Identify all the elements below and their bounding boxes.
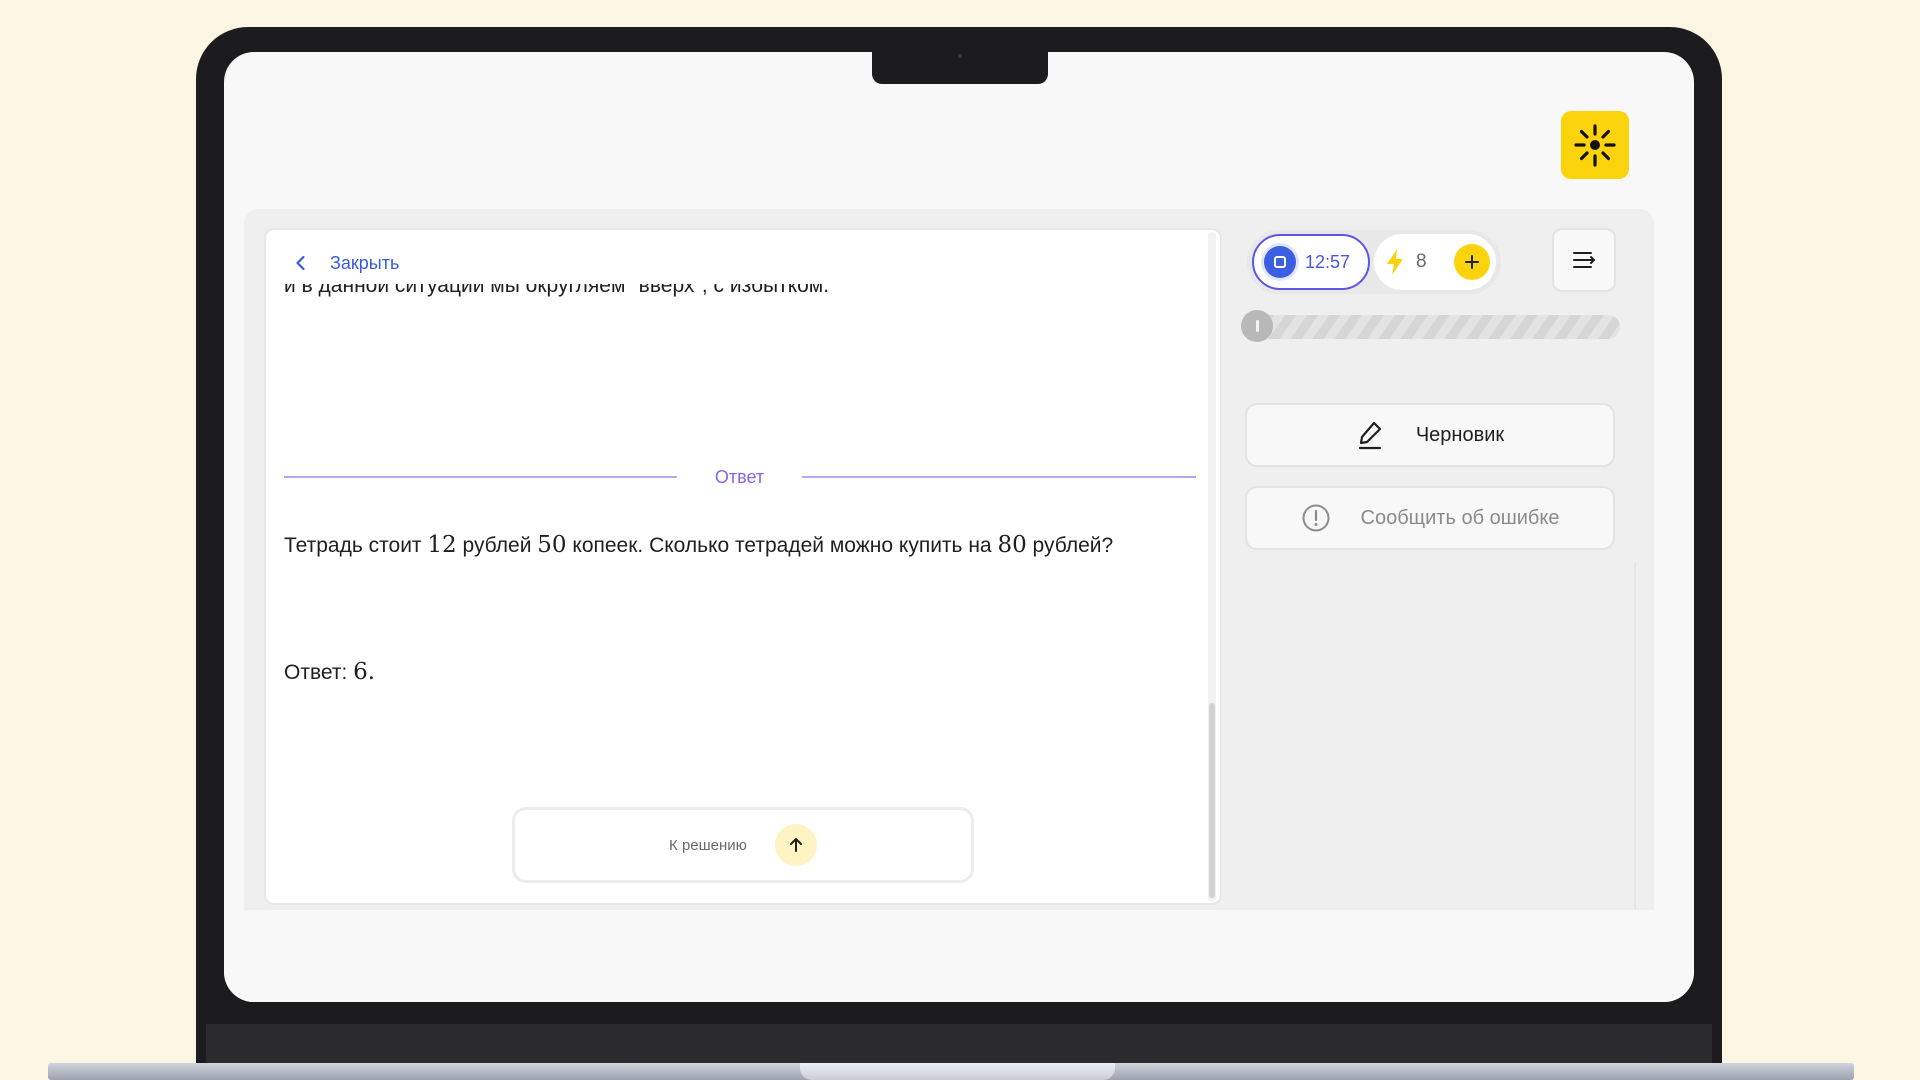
menu-button[interactable]	[1552, 228, 1616, 292]
chevron-left-icon	[296, 255, 305, 271]
timer-button[interactable]: 12:57	[1252, 234, 1370, 290]
progress-bar	[1244, 315, 1620, 339]
divider-line	[802, 476, 1196, 478]
screen-bottom	[224, 910, 1694, 1002]
task-question: Тетрадь стоит 12 рублей 50 копеек. Сколь…	[284, 532, 1114, 558]
camera-dot	[958, 54, 962, 58]
sun-icon	[1574, 124, 1616, 167]
laptop-base-notch	[800, 1063, 1115, 1080]
report-error-button[interactable]: Сообщить об ошибке	[1245, 486, 1615, 550]
scrollbar-thumb[interactable]	[1209, 703, 1215, 898]
exclamation-circle-icon	[1302, 504, 1330, 532]
laptop-screen: Закрыть и в данной ситуации мы округляем…	[224, 52, 1694, 1002]
pencil-icon	[1358, 421, 1381, 450]
arrow-up-icon	[774, 824, 817, 866]
draft-button[interactable]: Черновик	[1245, 403, 1615, 467]
camera-notch	[872, 52, 1048, 84]
report-label: Сообщить об ошибке	[1360, 506, 1560, 529]
divider-line	[284, 476, 677, 478]
task-card	[264, 228, 1222, 905]
solution-text-fragment: и в данной ситуации мы округляем "вверх"…	[284, 284, 830, 297]
to-solution-label: К решению	[669, 836, 747, 854]
close-button[interactable]: Закрыть	[290, 252, 399, 274]
laptop-hinge	[206, 1024, 1712, 1064]
to-solution-button[interactable]: К решению	[512, 807, 974, 883]
draft-label: Черновик	[1415, 423, 1505, 446]
app-logo[interactable]	[1561, 111, 1629, 179]
lightning-icon	[1387, 249, 1403, 275]
answer-divider: Ответ	[284, 465, 1196, 489]
progress-marker	[1241, 310, 1273, 342]
close-label: Закрыть	[330, 252, 400, 273]
stop-icon	[1264, 246, 1296, 278]
panel-divider	[1634, 562, 1636, 910]
add-energy-button[interactable]	[1454, 244, 1490, 280]
menu-icon	[1573, 252, 1595, 268]
energy-counter: 8	[1374, 234, 1496, 290]
timer-value: 12:57	[1305, 251, 1351, 272]
task-answer: Ответ: 6.	[284, 659, 376, 685]
energy-value: 8	[1416, 251, 1427, 272]
answer-divider-label: Ответ	[714, 467, 765, 487]
plus-icon	[1465, 255, 1479, 269]
